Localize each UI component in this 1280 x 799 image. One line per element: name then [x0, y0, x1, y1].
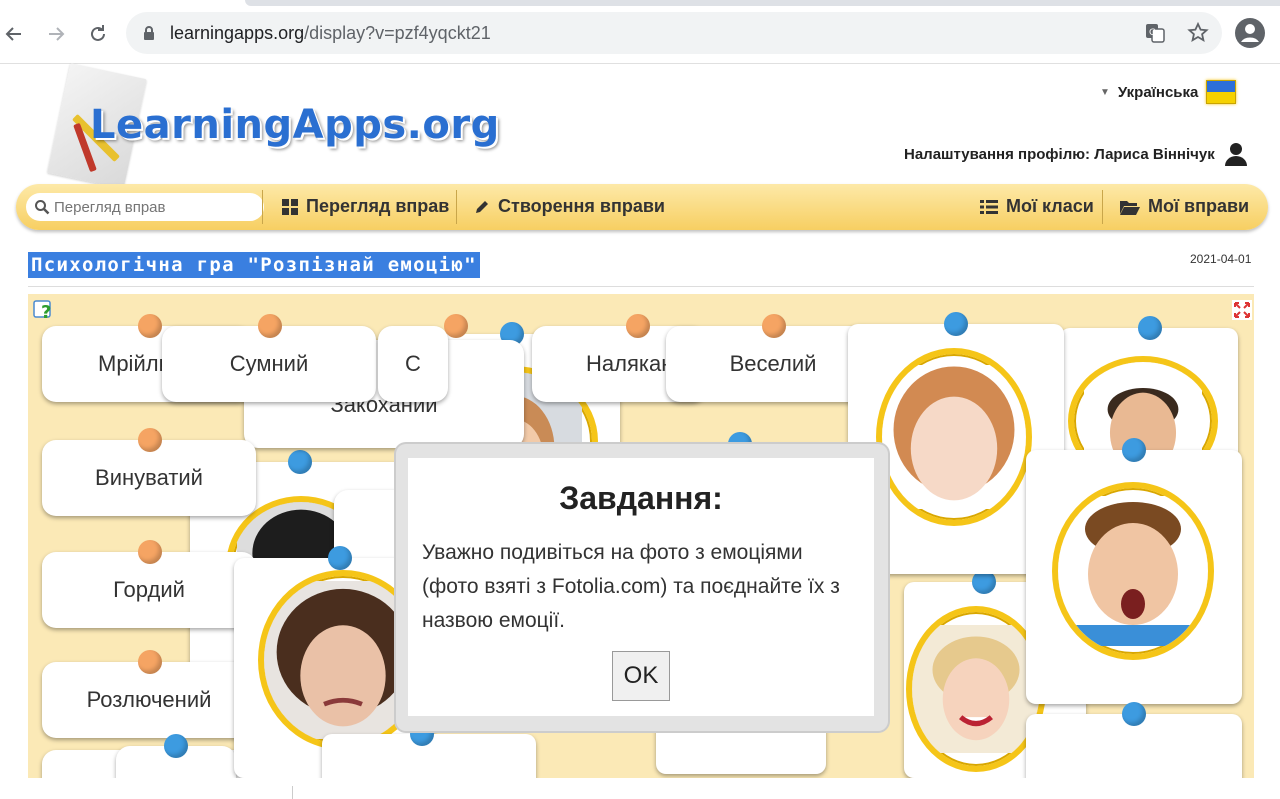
- surprised-boy-photo: [1058, 496, 1208, 646]
- tab-strip: [245, 0, 1280, 6]
- reload-icon: [91, 25, 105, 41]
- photo-card[interactable]: [1026, 702, 1242, 778]
- language-selector[interactable]: ▼ Українська: [1100, 80, 1237, 104]
- ukraine-flag-icon: [1206, 80, 1237, 104]
- account-icon[interactable]: [1235, 18, 1265, 48]
- fullscreen-icon[interactable]: [1232, 300, 1252, 320]
- emotion-label: Сумний: [229, 351, 309, 376]
- emotion-card[interactable]: Сумний: [162, 314, 376, 402]
- site-logo[interactable]: LearningApps.org: [30, 63, 499, 189]
- create-app-label: Створення вправи: [498, 196, 665, 216]
- logo-text: LearningApps.org: [90, 102, 500, 148]
- my-classes-button[interactable]: Мої класи: [980, 196, 1094, 217]
- language-label: Українська: [1117, 83, 1199, 101]
- photo-card[interactable]: [1026, 438, 1242, 704]
- smiling-girl-photo: [912, 625, 1040, 753]
- my-apps-label: Мої вправи: [1148, 196, 1250, 216]
- photo-card[interactable]: [322, 722, 536, 778]
- search-box[interactable]: [26, 193, 264, 221]
- my-apps-button[interactable]: Мої вправи: [1120, 196, 1249, 217]
- svg-text:G: G: [1149, 28, 1156, 38]
- address-bar[interactable]: learningapps.org/display?v=pzf4yqckt21 G: [126, 12, 1222, 54]
- svg-text:?: ?: [41, 302, 51, 322]
- help-icon[interactable]: ?: [32, 298, 56, 322]
- emotion-label: Розлючений: [86, 687, 212, 712]
- page-title: Психологічна гра "Розпізнай емоцію": [28, 252, 480, 278]
- forward-button[interactable]: [42, 20, 70, 48]
- emotion-card[interactable]: Винуватий: [42, 428, 256, 516]
- divider: [292, 786, 293, 799]
- browse-apps-button[interactable]: Перегляд вправ: [282, 196, 449, 217]
- main-toolbar: Перегляд вправ Створення вправи Мої клас…: [16, 184, 1268, 230]
- profile-label: Налаштування профілю: Лариса Віннічук: [904, 145, 1215, 163]
- dropdown-triangle-icon: ▼: [1100, 86, 1110, 98]
- back-arrow-icon: [5, 27, 21, 41]
- translate-icon[interactable]: G: [1144, 22, 1166, 44]
- lock-icon: [144, 26, 154, 40]
- create-app-button[interactable]: Створення вправи: [474, 196, 665, 217]
- list-icon: [980, 199, 998, 214]
- emotion-label: Мрійли: [98, 351, 171, 376]
- emotion-card[interactable]: [116, 734, 236, 778]
- ok-button[interactable]: OK: [612, 651, 670, 701]
- bookmark-star-icon[interactable]: [1186, 21, 1210, 45]
- user-icon: [1224, 143, 1247, 166]
- url-text: learningapps.org/display?v=pzf4yqckt21: [170, 23, 491, 44]
- pencil-icon: [476, 200, 488, 213]
- forward-arrow-icon: [49, 27, 65, 41]
- divider: [28, 286, 1254, 287]
- grid-icon: [282, 198, 298, 215]
- emotion-label: Винуватий: [95, 465, 203, 490]
- emotion-label: Гордий: [113, 577, 185, 602]
- red-hair-girl-photo: [882, 365, 1026, 509]
- browse-apps-label: Перегляд вправ: [306, 196, 450, 216]
- dialog-text: Уважно подивіться на фото з емоціями (фо…: [422, 541, 840, 632]
- task-dialog: Завдання: Уважно подивіться на фото з ем…: [396, 444, 888, 731]
- emotion-card[interactable]: Розлючений: [42, 650, 256, 738]
- emotion-card[interactable]: Гордий: [42, 540, 256, 628]
- dialog-heading: Завдання:: [559, 480, 723, 516]
- my-classes-label: Мої класи: [1006, 196, 1094, 216]
- url-path: /display?v=pzf4yqckt21: [304, 23, 491, 43]
- exercise-date: 2021-04-01: [1190, 252, 1252, 266]
- search-icon: [35, 200, 50, 215]
- profile-settings-link[interactable]: Налаштування профілю: Лариса Віннічук: [904, 142, 1247, 166]
- browser-toolbar: learningapps.org/display?v=pzf4yqckt21 G: [0, 0, 1280, 64]
- reload-button[interactable]: [84, 20, 112, 48]
- emotion-label: С: [405, 351, 421, 376]
- emotion-card[interactable]: С: [378, 314, 468, 402]
- emotion-label: Веселий: [729, 351, 817, 376]
- back-button[interactable]: [0, 20, 28, 48]
- folder-open-icon: [1120, 200, 1140, 215]
- search-input[interactable]: [54, 198, 254, 216]
- url-host: learningapps.org: [170, 23, 305, 43]
